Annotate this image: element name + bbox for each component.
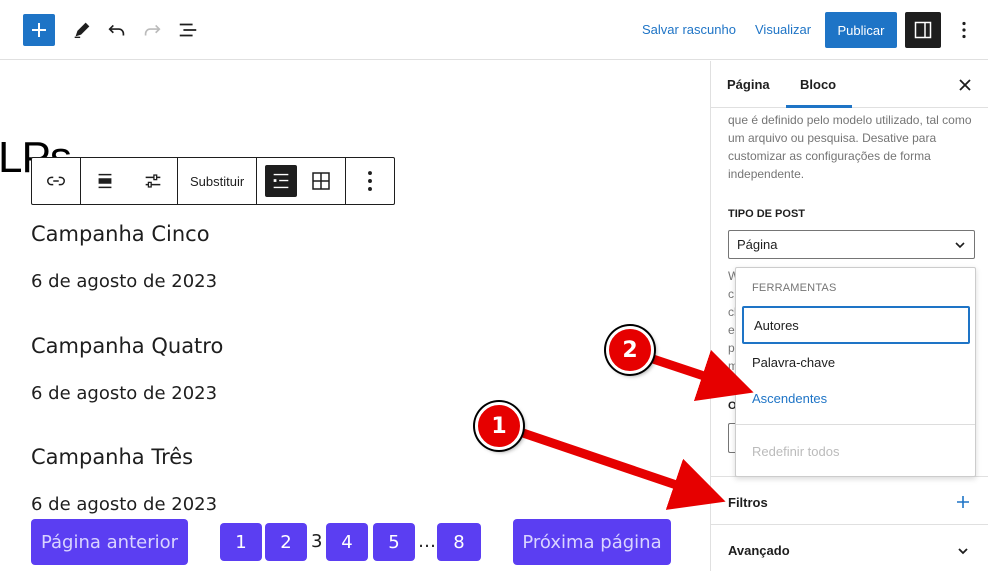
active-tab-indicator	[786, 105, 852, 108]
link-icon	[47, 176, 65, 186]
advanced-title: Avançado	[728, 543, 790, 558]
post-title[interactable]: Campanha Três	[31, 445, 193, 469]
inherit-query-description: que é definido pelo modelo utilizado, ta…	[728, 113, 972, 181]
display-settings-button[interactable]	[129, 158, 177, 204]
sidebar-icon	[914, 21, 932, 39]
block-toolbar-group	[257, 158, 347, 204]
list-view-icon	[179, 23, 197, 37]
grid-icon	[312, 172, 330, 190]
document-overview-button[interactable]	[172, 14, 204, 46]
dropdown-heading: Ferramentas	[752, 282, 837, 294]
partially-hidden-text: e	[728, 323, 735, 337]
post-date: 6 de agosto de 2023	[31, 494, 218, 515]
plus-icon	[32, 23, 46, 37]
previous-page-button[interactable]: Página anterior	[31, 519, 188, 565]
block-toolbar-group	[346, 158, 394, 204]
next-page-button[interactable]: Próxima página	[513, 519, 671, 565]
chevron-down-icon	[958, 548, 968, 555]
post-title[interactable]: Campanha Quatro	[31, 334, 223, 358]
post-date: 6 de agosto de 2023	[31, 271, 218, 292]
options-menu-button[interactable]	[950, 14, 978, 46]
grid-view-toggle[interactable]	[305, 165, 337, 197]
partially-hidden-text: p	[728, 341, 735, 355]
block-toolbar-group	[81, 158, 178, 204]
page-number-button[interactable]: 2	[265, 523, 307, 561]
menu-item-parents[interactable]: Ascendentes	[742, 379, 970, 417]
top-toolbar: Salvar rascunho Visualizar Publicar	[0, 0, 988, 60]
post-date: 6 de agosto de 2023	[31, 383, 218, 404]
publish-button[interactable]: Publicar	[825, 12, 897, 48]
page-number-button[interactable]: 1	[220, 523, 262, 561]
tab-page[interactable]: Página	[727, 77, 770, 92]
tools-button[interactable]	[66, 14, 98, 46]
list-icon	[273, 173, 289, 189]
close-sidebar-button[interactable]	[955, 75, 975, 95]
block-toolbar-group: Substituir	[178, 158, 258, 204]
plus-icon[interactable]	[956, 495, 970, 509]
pencil-icon	[74, 22, 90, 39]
add-block-button[interactable]	[23, 14, 55, 46]
more-vertical-icon	[962, 21, 966, 39]
editor-canvas: LPs Substituir	[0, 61, 710, 571]
menu-item-authors[interactable]: Autores	[742, 306, 970, 344]
annotation-badge-1: 1	[475, 402, 523, 450]
filters-panel[interactable]: Filtros	[711, 476, 988, 526]
list-view-toggle[interactable]	[265, 165, 298, 197]
post-type-select[interactable]: Página	[728, 230, 975, 259]
close-icon	[959, 79, 971, 91]
dropdown-divider	[736, 424, 975, 425]
menu-item-keyword[interactable]: Palavra-chave	[742, 343, 970, 381]
link-button[interactable]	[32, 158, 80, 204]
block-toolbar: Substituir	[31, 157, 396, 205]
pagination-ellipsis: …	[418, 531, 436, 552]
filters-title: Filtros	[728, 495, 768, 510]
settings-sidebar-toggle[interactable]	[905, 12, 941, 48]
partially-hidden-text: c	[728, 287, 734, 301]
chevron-down-icon	[955, 242, 965, 249]
page-number-button[interactable]: 8	[437, 523, 481, 561]
post-type-label: Tipo de post	[728, 208, 806, 220]
redo-button[interactable]	[136, 14, 168, 46]
preview-button[interactable]: Visualizar	[755, 22, 811, 37]
undo-button[interactable]	[101, 14, 133, 46]
replace-button[interactable]: Substituir	[178, 158, 256, 204]
undo-icon	[108, 24, 125, 36]
page-number-button[interactable]: 4	[326, 523, 368, 561]
redo-icon	[144, 24, 161, 36]
post-title[interactable]: Campanha Cinco	[31, 222, 210, 246]
align-wide-icon	[98, 173, 112, 189]
sidebar-tabs: Página Bloco	[711, 61, 988, 108]
save-draft-button[interactable]: Salvar rascunho	[642, 22, 736, 37]
block-options-button[interactable]	[346, 158, 394, 204]
current-page-number: 3	[311, 531, 323, 552]
block-toolbar-group	[32, 158, 81, 204]
advanced-panel[interactable]: Avançado	[711, 524, 988, 571]
page-number-button[interactable]: 5	[373, 523, 415, 561]
more-vertical-icon	[368, 171, 373, 191]
tab-block[interactable]: Bloco	[800, 77, 836, 92]
align-button[interactable]	[81, 158, 129, 204]
filters-tools-dropdown: Ferramentas Autores Palavra-chave Ascend…	[735, 267, 976, 477]
post-type-value: Página	[737, 237, 778, 252]
sliders-icon	[145, 174, 161, 188]
reset-all-button[interactable]: Redefinir todos	[752, 444, 839, 459]
annotation-badge-2: 2	[606, 326, 654, 374]
